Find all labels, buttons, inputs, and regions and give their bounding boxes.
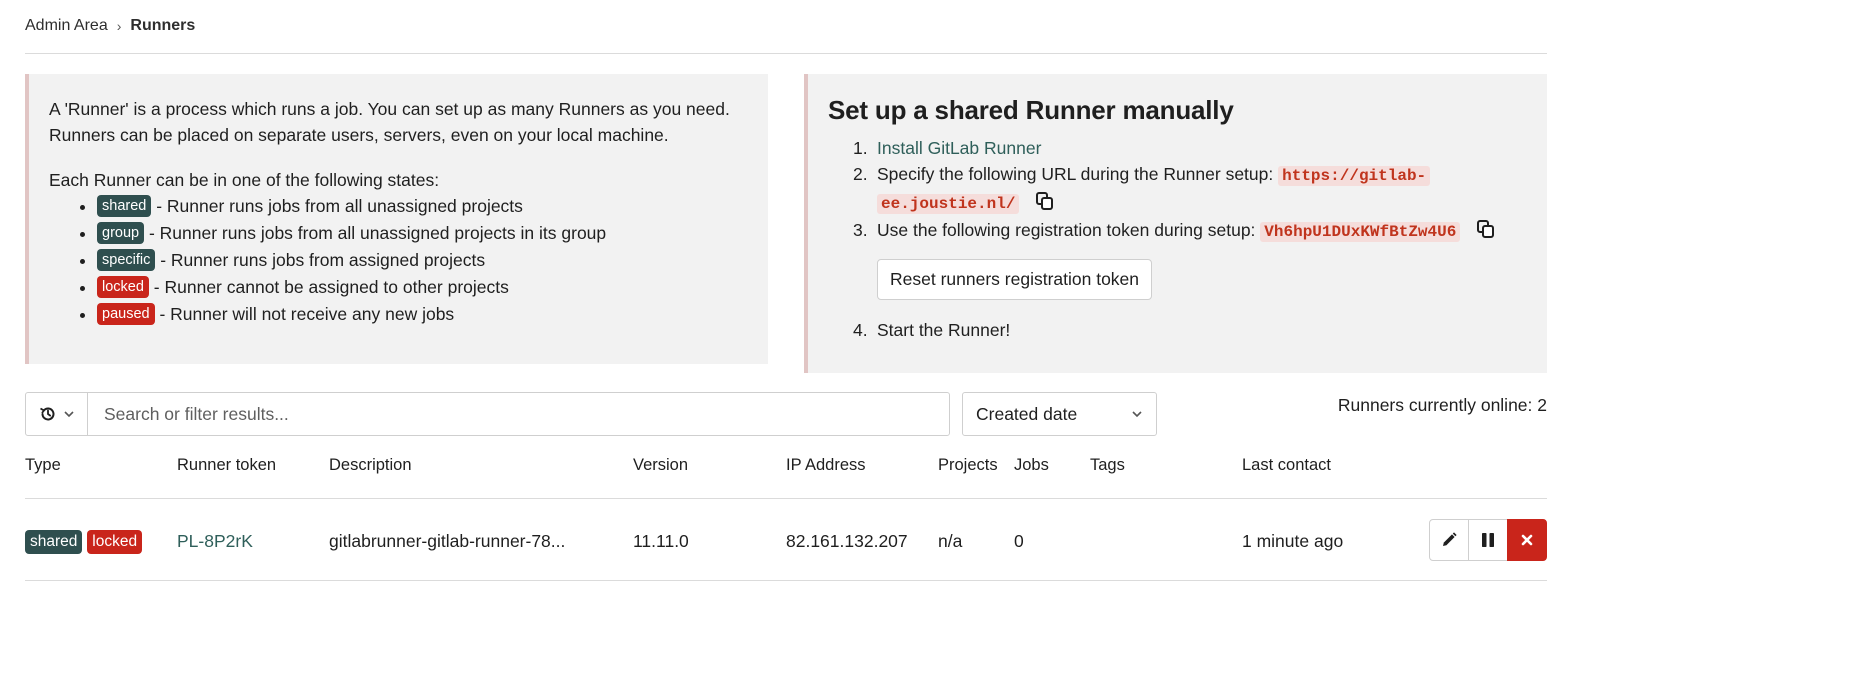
badge-locked: locked (87, 530, 143, 555)
badge-locked: locked (97, 276, 149, 299)
runner-version: 11.11.0 (633, 531, 689, 551)
state-item-group: group - Runner runs jobs from all unassi… (97, 220, 748, 247)
setup-step-install: 1. Install GitLab Runner (828, 135, 1527, 161)
chevron-down-icon (1132, 411, 1142, 418)
badge-group: group (97, 222, 145, 245)
runner-last-contact: 1 minute ago (1242, 531, 1344, 551)
state-item-paused: paused - Runner will not receive any new… (97, 301, 748, 328)
search-input[interactable] (88, 393, 949, 435)
table-header: Type Runner token Description Version IP… (25, 456, 1547, 480)
history-icon (39, 407, 54, 421)
edit-runner-button[interactable] (1429, 519, 1469, 561)
state-item-specific: specific - Runner runs jobs from assigne… (97, 247, 748, 274)
close-icon (1521, 534, 1533, 546)
breadcrumb-admin-area[interactable]: Admin Area (25, 17, 108, 35)
gitlab-url-code: https://gitlab- (1278, 166, 1431, 186)
header-description: Description (329, 456, 412, 474)
setup-step-start: 4. Start the Runner! (828, 317, 1527, 343)
breadcrumb-current: Runners (130, 17, 196, 34)
step-number: 1. (853, 138, 868, 158)
badge-shared: shared (97, 195, 152, 218)
runner-info-panel: A 'Runner' is a process which runs a job… (25, 74, 768, 364)
copy-icon[interactable] (1034, 191, 1054, 211)
sort-dropdown[interactable]: Created date (962, 392, 1157, 436)
state-description: - Runner cannot be assigned to other pro… (153, 277, 509, 297)
setup-title: Set up a shared Runner manually (828, 95, 1234, 125)
step-number: 4. (853, 320, 868, 340)
divider (25, 498, 1547, 499)
state-item-shared: shared - Runner runs jobs from all unass… (97, 193, 748, 220)
setup-steps: 1. Install GitLab Runner 2. Specify the … (828, 135, 1527, 343)
badge-specific: specific (97, 249, 156, 272)
copy-icon[interactable] (1475, 219, 1495, 239)
header-type: Type (25, 456, 61, 474)
divider (25, 580, 1547, 581)
header-tags: Tags (1090, 456, 1125, 474)
divider (25, 53, 1547, 54)
step-number: 2. (853, 164, 868, 184)
registration-token-code: Vh6hpU1DUxKWfBtZw4U6 (1260, 222, 1461, 242)
badge-paused: paused (97, 303, 155, 326)
header-version: Version (633, 456, 689, 474)
badge-shared: shared (25, 530, 83, 555)
table-row: shared locked PL-8P2rK gitlabrunner-gitl… (25, 528, 1547, 555)
remove-runner-button[interactable] (1507, 519, 1547, 561)
setup-step-token: 3. Use the following registration token … (828, 217, 1527, 317)
state-description: - Runner runs jobs from all unassigned p… (156, 196, 523, 216)
pause-runner-button[interactable] (1468, 519, 1508, 561)
state-item-locked: locked - Runner cannot be assigned to ot… (97, 274, 748, 301)
setup-step-url: 2. Specify the following URL during the … (828, 161, 1527, 217)
step-text: Specify the following URL during the Run… (877, 164, 1274, 184)
recent-searches-dropdown[interactable] (26, 393, 88, 435)
state-description: - Runner will not receive any new jobs (159, 304, 455, 324)
step-text: Start the Runner! (877, 320, 1011, 340)
breadcrumb: Admin Area › Runners (25, 14, 195, 38)
runner-jobs: 0 (1014, 531, 1024, 551)
install-gitlab-runner-link[interactable]: Install GitLab Runner (877, 138, 1041, 158)
pencil-icon (1443, 532, 1457, 546)
runner-actions (1429, 519, 1547, 561)
state-description: - Runner runs jobs from all unassigned p… (148, 223, 607, 243)
header-runner-token: Runner token (177, 456, 277, 474)
runner-intro-text: A 'Runner' is a process which runs a job… (49, 99, 730, 145)
step-number: 3. (853, 220, 868, 240)
sort-label: Created date (976, 403, 1078, 424)
gitlab-url-code-cont: ee.joustie.nl/ (877, 194, 1020, 214)
header-ip-address: IP Address (786, 456, 866, 474)
runner-ip-address: 82.161.132.207 (786, 531, 908, 551)
step-text: Use the following registration token dur… (877, 220, 1256, 240)
setup-runner-panel: Set up a shared Runner manually 1. Insta… (804, 74, 1547, 373)
state-description: - Runner runs jobs from assigned project… (160, 250, 486, 270)
states-intro: Each Runner can be in one of the followi… (49, 170, 440, 190)
chevron-right-icon: › (116, 18, 122, 34)
header-projects: Projects (938, 456, 998, 474)
states-list: shared - Runner runs jobs from all unass… (49, 193, 748, 328)
chevron-down-icon (63, 411, 74, 418)
runner-token-link[interactable]: PL-8P2rK (177, 528, 253, 554)
runners-online-count: Runners currently online: 2 (1337, 395, 1547, 415)
pause-icon (1482, 533, 1494, 547)
runner-type-cell: shared locked (25, 528, 143, 555)
header-last-contact: Last contact (1242, 456, 1331, 474)
header-jobs: Jobs (1014, 456, 1049, 474)
reset-registration-token-button[interactable]: Reset runners registration token (877, 259, 1153, 300)
filtered-search-bar (25, 392, 950, 436)
runner-projects: n/a (938, 531, 963, 551)
runner-description: gitlabrunner-gitlab-runner-78... (329, 531, 566, 551)
